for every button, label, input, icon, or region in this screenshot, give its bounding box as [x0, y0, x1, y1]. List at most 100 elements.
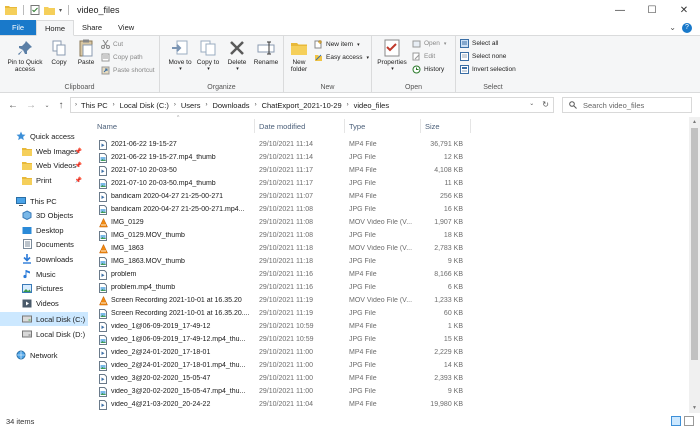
pin-quick-access-button[interactable]: Pin to Quick access — [4, 39, 46, 73]
table-row[interactable]: video_3@20-02-2020_15-05-47.mp4_thu... 29… — [92, 385, 686, 398]
select-all-button[interactable]: Select all — [460, 39, 498, 48]
nav-print[interactable]: Print 📌 — [0, 173, 88, 187]
copy-to-button[interactable]: Copy to ▾ — [196, 39, 220, 73]
search-input[interactable]: Search video_files — [562, 97, 692, 113]
table-row[interactable]: IMG_1863.MOV_thumb 29/10/2021 11:18 JPG Fi… — [92, 255, 686, 268]
nav-pictures[interactable]: Pictures — [0, 281, 88, 295]
breadcrumb-chatexport[interactable]: ChatExport_2021-10-29 — [262, 101, 342, 110]
scroll-up-icon[interactable]: ▲ — [689, 117, 700, 127]
nav-local-disk-c[interactable]: Local Disk (C:) — [0, 312, 88, 326]
table-row[interactable]: video_2@24-01-2020_17-18-01.mp4_thu... 29… — [92, 359, 686, 372]
nav-documents[interactable]: Documents — [0, 237, 88, 251]
breadcrumb-video-files[interactable]: video_files — [354, 101, 389, 110]
chevron-right-icon[interactable]: › — [205, 102, 207, 108]
nav-web-images[interactable]: Web Images 📌 — [0, 144, 88, 158]
nav-downloads[interactable]: Downloads — [0, 252, 88, 266]
open-button[interactable]: Open ▾ — [412, 39, 446, 48]
nav-quick-access[interactable]: Quick access — [0, 129, 88, 143]
properties-icon[interactable] — [30, 5, 40, 15]
chevron-down-icon[interactable]: ⌄ — [529, 100, 534, 109]
maximize-button[interactable]: ☐ — [636, 0, 668, 20]
table-row[interactable]: IMG_1863 29/10/2021 11:18 MOV Video File (… — [92, 242, 686, 255]
refresh-icon[interactable]: ↻ — [542, 100, 549, 109]
table-row[interactable]: Screen Recording 2021-10-01 at 16.35.20.… — [92, 307, 686, 320]
nav-3d-objects[interactable]: 3D Objects — [0, 208, 88, 222]
table-row[interactable]: bandicam 2020-04-27 21-25-00-271 29/10/20… — [92, 190, 686, 203]
forward-button[interactable]: → — [24, 98, 38, 112]
new-item-button[interactable]: New item ▾ — [314, 40, 360, 49]
nav-network[interactable]: Network — [0, 348, 88, 362]
rename-button[interactable]: Rename — [252, 39, 280, 66]
delete-button[interactable]: Delete ▾ — [226, 39, 248, 73]
table-row[interactable]: IMG_0129 29/10/2021 11:08 MOV Video File (… — [92, 216, 686, 229]
table-row[interactable]: video_1@06-09-2019_17-49-12 29/10/2021 10… — [92, 320, 686, 333]
help-icon[interactable]: ? — [682, 22, 692, 33]
back-button[interactable]: ← — [6, 98, 20, 112]
column-date-modified[interactable]: Date modified — [259, 122, 305, 131]
paste-button[interactable]: Paste — [74, 39, 98, 66]
scrollbar-thumb[interactable] — [691, 128, 698, 360]
large-icons-view-icon[interactable] — [684, 416, 694, 426]
table-row[interactable]: video_1@06-09-2019_17-49-12.mp4_thu... 29… — [92, 333, 686, 346]
column-name[interactable]: Name — [97, 122, 117, 131]
nav-desktop[interactable]: Desktop — [0, 223, 88, 237]
nav-web-videos[interactable]: Web Videos 📌 — [0, 158, 88, 172]
edit-button[interactable]: Edit — [412, 52, 435, 61]
nav-music[interactable]: Music — [0, 267, 88, 281]
paste-shortcut-button[interactable]: Paste shortcut — [101, 66, 155, 75]
close-button[interactable]: ✕ — [668, 0, 700, 20]
table-row[interactable]: Screen Recording 2021-10-01 at 16.35.20 2… — [92, 294, 686, 307]
chevron-down-icon[interactable]: ⌄ — [669, 23, 676, 32]
customize-toolbar-icon[interactable]: ▾ — [59, 7, 62, 14]
scroll-down-icon[interactable]: ▼ — [689, 403, 700, 413]
nav-local-disk-d[interactable]: Local Disk (D:) — [0, 327, 88, 341]
chevron-right-icon[interactable]: › — [255, 102, 257, 108]
breadcrumb-local-disk[interactable]: Local Disk (C:) — [120, 101, 169, 110]
move-to-button[interactable]: Move to ▾ — [168, 39, 192, 73]
invert-selection-button[interactable]: Invert selection — [460, 65, 516, 74]
tab-share[interactable]: Share — [74, 20, 110, 35]
new-folder-icon[interactable] — [44, 5, 55, 15]
table-row[interactable]: IMG_0129.MOV_thumb 29/10/2021 11:08 JPG Fi… — [92, 229, 686, 242]
details-view-icon[interactable] — [671, 416, 681, 426]
table-row[interactable]: video_2@24-01-2020_17-18-01 29/10/2021 11… — [92, 346, 686, 359]
breadcrumb-users[interactable]: Users — [181, 101, 201, 110]
cut-button[interactable]: Cut — [101, 40, 123, 49]
table-row[interactable]: 2021-07-10 20-03-50.mp4_thumb 29/10/2021 … — [92, 177, 686, 190]
tab-file[interactable]: File — [0, 20, 36, 35]
table-row[interactable]: problem 29/10/2021 11:16 MP4 File 8,166 KB — [92, 268, 686, 281]
file-size: 12 KB — [443, 154, 463, 161]
table-row[interactable]: 2021-06-22 19-15-27 29/10/2021 11:14 MP4 F… — [92, 138, 686, 151]
open-label: Open — [404, 84, 423, 91]
table-row[interactable]: 2021-06-22 19-15-27.mp4_thumb 29/10/2021 … — [92, 151, 686, 164]
column-type[interactable]: Type — [349, 122, 365, 131]
new-folder-button[interactable]: New folder — [288, 39, 310, 73]
minimize-button[interactable]: — — [604, 0, 636, 20]
table-row[interactable]: bandicam 2020-04-27 21-25-00-271.mp4... 2… — [92, 203, 686, 216]
vertical-scrollbar[interactable]: ▲ ▼ — [689, 117, 700, 413]
breadcrumb-downloads[interactable]: Downloads — [212, 101, 249, 110]
select-none-button[interactable]: Select none — [460, 52, 506, 61]
recent-locations-button[interactable]: ⌄ — [40, 98, 54, 112]
table-row[interactable]: video_4@21-03-2020_20-24-22 29/10/2021 11… — [92, 398, 686, 411]
table-row[interactable]: problem.mp4_thumb 29/10/2021 11:16 JPG Fil… — [92, 281, 686, 294]
copy-path-button[interactable]: Copy path — [101, 53, 143, 62]
properties-button[interactable]: Properties ▾ — [375, 39, 409, 73]
tab-home[interactable]: Home — [36, 20, 75, 36]
chevron-right-icon[interactable]: › — [113, 102, 115, 108]
nav-videos[interactable]: Videos — [0, 296, 88, 310]
copy-button[interactable]: Copy — [48, 39, 70, 66]
tab-view[interactable]: View — [110, 20, 142, 35]
table-row[interactable]: video_3@20-02-2020_15-05-47 29/10/2021 11… — [92, 372, 686, 385]
table-row[interactable]: 2021-07-10 20-03-50 29/10/2021 11:17 MP4 F… — [92, 164, 686, 177]
history-button[interactable]: History — [412, 65, 444, 74]
address-box[interactable]: › This PC › Local Disk (C:) › Users › Do… — [70, 97, 554, 113]
breadcrumb-this-pc[interactable]: This PC — [81, 101, 108, 110]
chevron-down-icon: ▾ — [443, 40, 447, 47]
nav-this-pc[interactable]: This PC — [0, 194, 88, 208]
chevron-right-icon[interactable]: › — [347, 102, 349, 108]
column-size[interactable]: Size — [425, 122, 440, 131]
up-button[interactable]: ↑ — [54, 98, 68, 112]
chevron-right-icon[interactable]: › — [174, 102, 176, 108]
easy-access-button[interactable]: Easy access ▾ — [314, 53, 369, 62]
